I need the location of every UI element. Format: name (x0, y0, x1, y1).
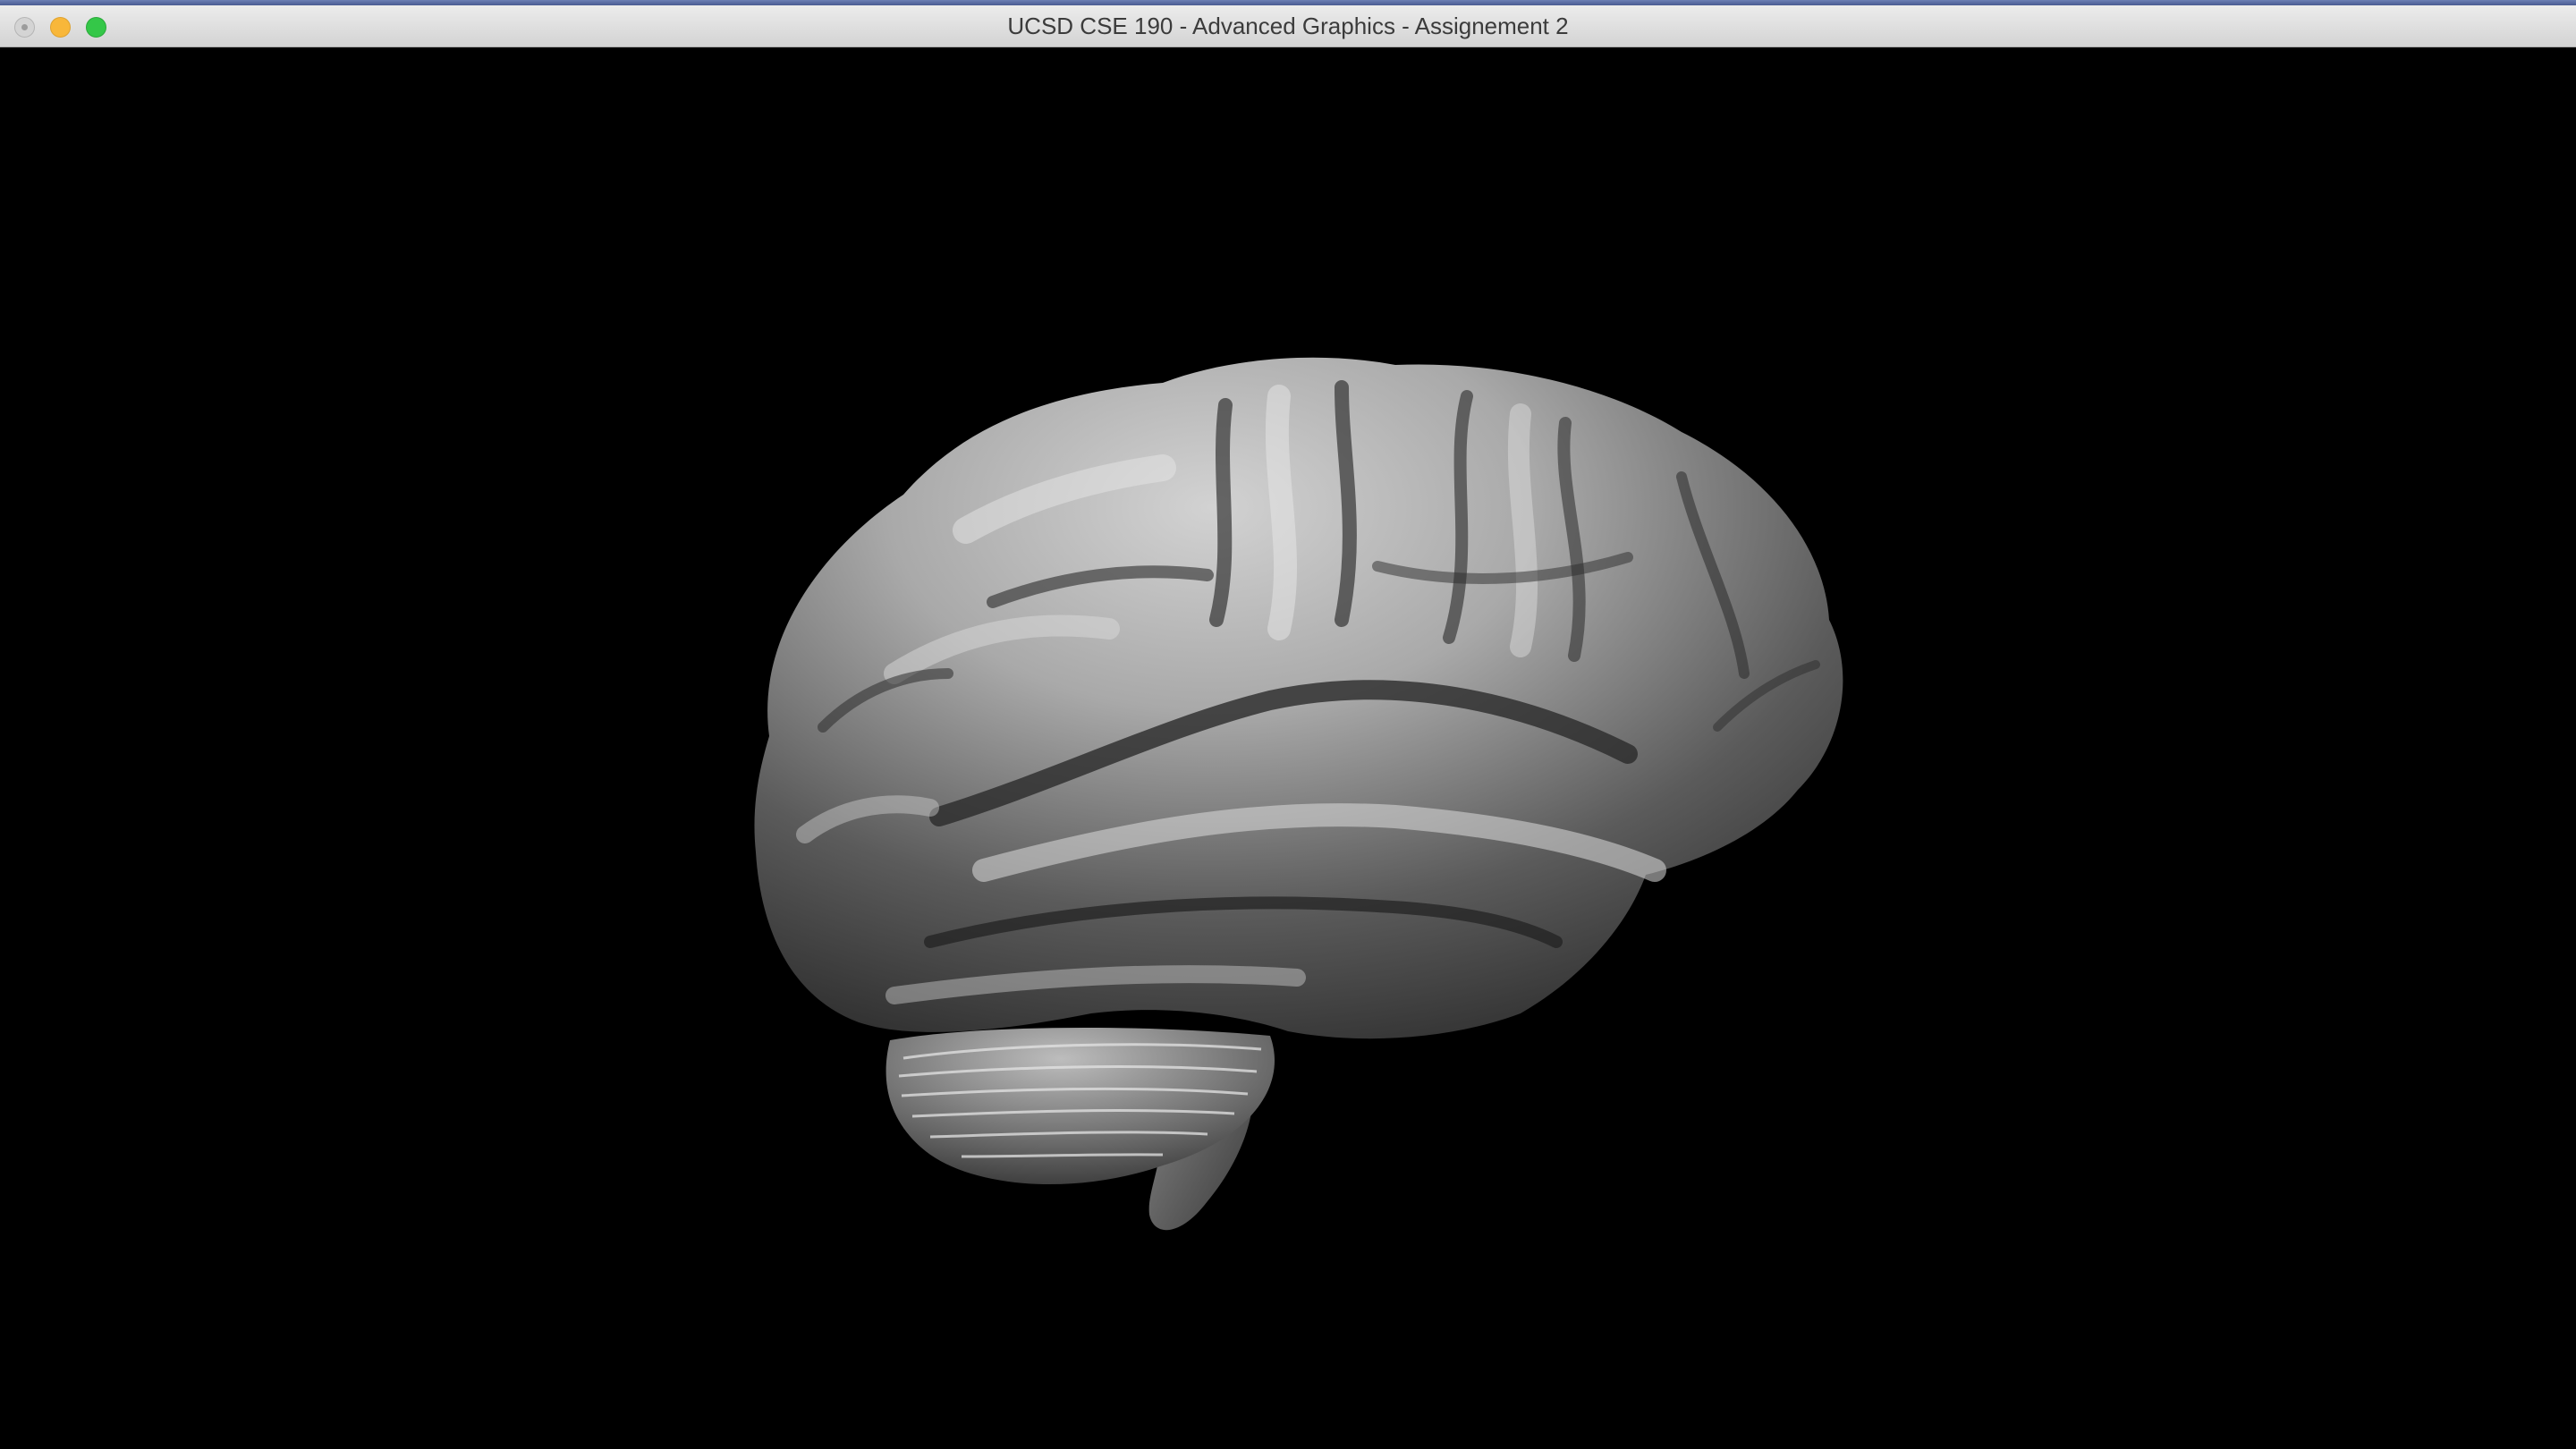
brain-3d-model (754, 357, 1843, 1231)
opengl-viewport[interactable] (0, 47, 2576, 1449)
window-titlebar[interactable]: UCSD CSE 190 - Advanced Graphics - Assig… (0, 5, 2576, 47)
app-window: UCSD CSE 190 - Advanced Graphics - Assig… (0, 5, 2576, 1449)
window-title: UCSD CSE 190 - Advanced Graphics - Assig… (1007, 13, 1569, 39)
